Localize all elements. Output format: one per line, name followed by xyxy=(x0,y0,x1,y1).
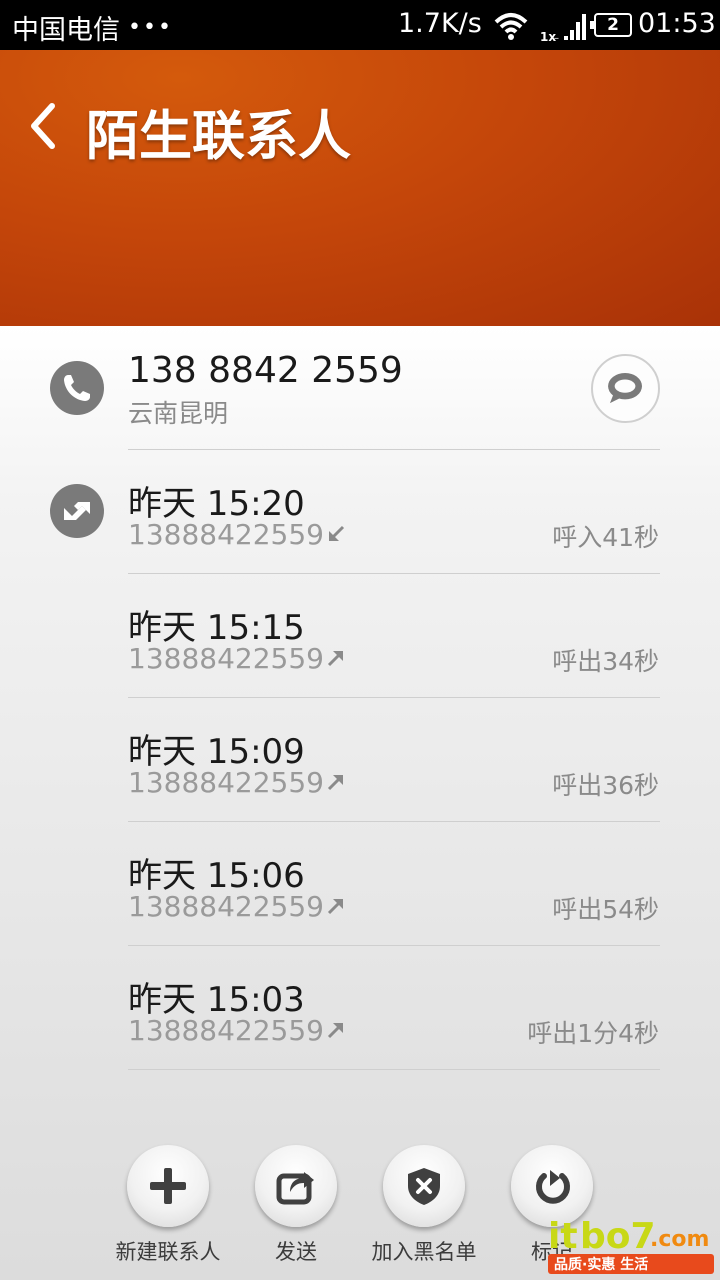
new-contact-label: 新建联系人 xyxy=(115,1240,221,1264)
carrier-info: 中国电信 ••• xyxy=(12,8,173,47)
battery-level: 2 xyxy=(607,15,619,35)
battery-icon: 2 xyxy=(590,13,632,37)
svg-text:it: it xyxy=(548,1216,578,1257)
svg-text:.com: .com xyxy=(650,1227,709,1252)
call-duration: 呼入41秒 xyxy=(552,523,659,552)
svg-text:品质·实惠 生活: 品质·实惠 生活 xyxy=(554,1256,648,1273)
divider xyxy=(128,1069,660,1070)
carrier-name: 中国电信 xyxy=(12,15,120,46)
outgoing-arrow-icon xyxy=(327,899,343,915)
contact-location: 云南昆明 xyxy=(128,399,229,428)
header: 陌生联系人 xyxy=(0,50,720,326)
svg-text:–: – xyxy=(554,33,559,44)
outgoing-arrow-icon xyxy=(327,651,343,667)
blacklist-label: 加入黑名单 xyxy=(371,1240,477,1264)
share-icon xyxy=(276,1172,314,1205)
send-button[interactable] xyxy=(255,1145,337,1227)
watermark-logo: it bo7 .com 品质·实惠 生活 xyxy=(548,1216,714,1274)
call-duration: 呼出54秒 xyxy=(552,895,659,924)
call-number: 13888422559 xyxy=(128,518,324,551)
wifi-icon xyxy=(494,13,528,40)
call-number: 13888422559 xyxy=(128,890,324,923)
divider xyxy=(128,449,660,450)
divider xyxy=(128,945,660,946)
call-history-icon xyxy=(50,484,104,538)
shield-block-icon xyxy=(408,1168,440,1205)
svg-text:bo7: bo7 xyxy=(580,1216,656,1257)
call-duration: 呼出34秒 xyxy=(552,647,659,676)
page-title: 陌生联系人 xyxy=(86,106,351,167)
outgoing-arrow-icon xyxy=(327,1023,343,1039)
status-bar: 中国电信 ••• 1.7K/s 1x – 2 01:53 xyxy=(0,0,720,50)
divider xyxy=(128,821,660,822)
divider xyxy=(128,697,660,698)
call-duration: 呼出1分4秒 xyxy=(527,1019,659,1048)
call-duration: 呼出36秒 xyxy=(552,771,659,800)
tag-icon xyxy=(536,1170,570,1204)
clock: 01:53 xyxy=(638,8,716,39)
call-number: 13888422559 xyxy=(128,642,324,675)
new-contact-button[interactable] xyxy=(127,1145,209,1227)
divider xyxy=(128,573,660,574)
contact-number: 138 8842 2559 xyxy=(128,350,403,391)
call-number: 13888422559 xyxy=(128,766,324,799)
sms-button[interactable] xyxy=(591,354,660,423)
plus-icon xyxy=(150,1168,186,1204)
call-number: 13888422559 xyxy=(128,1014,324,1047)
incoming-arrow-icon xyxy=(329,525,345,541)
network-speed: 1.7K/s xyxy=(398,8,482,39)
phone-icon[interactable] xyxy=(50,361,104,415)
back-arrow-icon[interactable] xyxy=(22,96,66,156)
signal-icon: 1x – xyxy=(540,14,586,44)
blacklist-button[interactable] xyxy=(383,1145,465,1227)
send-label: 发送 xyxy=(275,1240,317,1264)
outgoing-arrow-icon xyxy=(327,775,343,791)
notification-dots: ••• xyxy=(128,15,173,40)
message-bubble-icon xyxy=(608,372,642,404)
